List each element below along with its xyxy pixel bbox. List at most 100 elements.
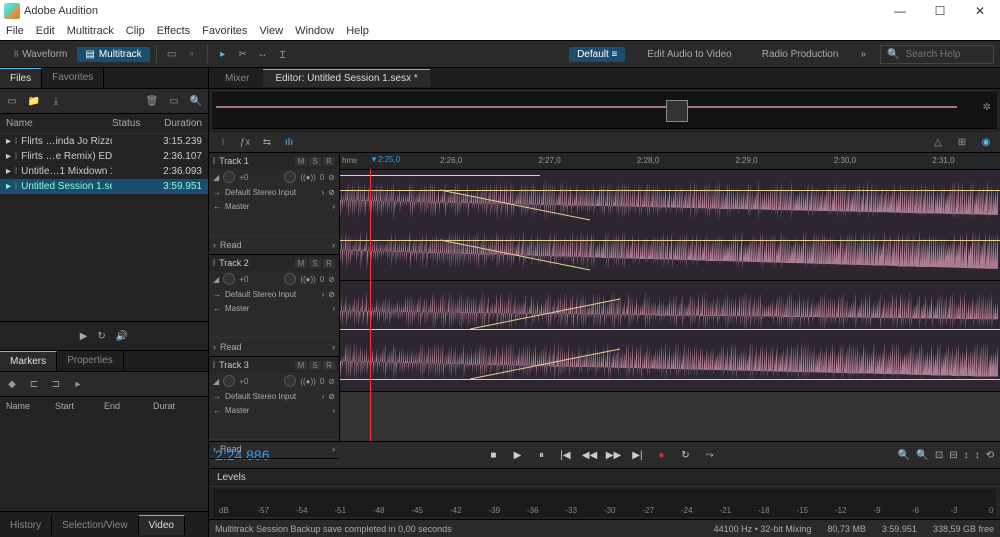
zoom-reset-icon[interactable]: ⟲	[986, 450, 994, 461]
track-header[interactable]: ⧘Track 3MSR ◢+0((●))0⊘ →Default Stereo I…	[209, 357, 339, 459]
menu-clip[interactable]: Clip	[126, 25, 145, 37]
more-workspaces-icon[interactable]: »	[860, 49, 866, 60]
razor-tool-button[interactable]: ✂	[234, 45, 252, 63]
solo-button[interactable]: S	[309, 157, 321, 166]
minimize-button[interactable]: —	[880, 4, 920, 18]
open-icon[interactable]: 📁	[26, 93, 42, 109]
overview-viewport-handle[interactable]	[666, 100, 688, 122]
mute-button[interactable]: M	[295, 157, 307, 166]
zoom-in-h-icon[interactable]: 🔍	[898, 450, 910, 461]
pan-knob[interactable]	[284, 171, 296, 183]
maximize-button[interactable]: ☐	[920, 4, 960, 18]
file-row[interactable]: ▸⧘Untitle…1 Mixdown 1.wav2:36.093	[0, 164, 208, 179]
arm-record-button[interactable]: R	[323, 361, 335, 370]
delete-marker-icon[interactable]: ▸	[70, 376, 86, 392]
go-end-button[interactable]: ▶|	[629, 450, 645, 461]
menu-favorites[interactable]: Favorites	[202, 25, 247, 37]
file-row[interactable]: ▸⧘Untitled Session 1.sesx *3:59.951	[0, 179, 208, 194]
tab-properties[interactable]: Properties	[57, 351, 124, 371]
add-marker-icon[interactable]: ◆	[4, 376, 20, 392]
gain-knob[interactable]	[223, 375, 235, 387]
track-lane[interactable]	[340, 281, 1000, 392]
menu-view[interactable]: View	[259, 25, 283, 37]
waveform-mode-button[interactable]: ⧘⧙ Waveform	[6, 47, 75, 62]
workspace-default[interactable]: Default ≡	[569, 47, 625, 62]
marker-in-icon[interactable]: ⊏	[26, 376, 42, 392]
gain-knob[interactable]	[223, 171, 235, 183]
play-button[interactable]: ▶	[509, 450, 525, 461]
track-header[interactable]: ⧘Track 2MSR ◢+0((●))0⊘ →Default Stereo I…	[209, 255, 339, 357]
file-row[interactable]: ▸⧘Flirts …inda Jo Rizzo).mp33:15.239	[0, 134, 208, 149]
menu-edit[interactable]: Edit	[36, 25, 55, 37]
filter-icon[interactable]: ▭	[166, 93, 182, 109]
col-status[interactable]: Status	[112, 118, 152, 129]
sends-icon[interactable]: ⇆	[259, 137, 275, 148]
level-meter[interactable]: dB-57-54-51-48-45-42-39-36-33-30-27-24-2…	[213, 489, 996, 517]
play-preview-icon[interactable]: ▶	[80, 331, 88, 342]
marker-col-dur[interactable]: Durat	[153, 401, 202, 411]
tab-mixer[interactable]: Mixer	[213, 70, 261, 87]
track-lane[interactable]	[340, 170, 1000, 281]
track-header[interactable]: ⧘Track 1MSR ◢+0((●))0⊘ →Default Stereo I…	[209, 153, 339, 255]
record-button[interactable]: ●	[653, 450, 669, 461]
solo-button[interactable]: S	[309, 361, 321, 370]
loop-button[interactable]: ↻	[677, 450, 693, 461]
open-file-button[interactable]: ▭	[163, 45, 181, 63]
marker-col-name[interactable]: Name	[6, 401, 55, 411]
autoplay-icon[interactable]: 🔊	[116, 331, 128, 342]
save-button[interactable]: ▫	[183, 45, 201, 63]
tab-files[interactable]: Files	[0, 68, 42, 88]
forward-button[interactable]: ▶▶	[605, 450, 621, 461]
marker-col-start[interactable]: Start	[55, 401, 104, 411]
move-tool-button[interactable]: ▸	[214, 45, 232, 63]
timeline-area[interactable]: hms ▼2:25,0 2:26,02:27,02:28,02:29,02:30…	[340, 153, 1000, 441]
tab-history[interactable]: History	[0, 516, 52, 535]
mute-button[interactable]: M	[295, 259, 307, 268]
menu-effects[interactable]: Effects	[157, 25, 190, 37]
arm-record-button[interactable]: R	[323, 157, 335, 166]
zoom-full-icon[interactable]: ⊡	[935, 450, 943, 461]
time-ruler[interactable]: hms ▼2:25,0 2:26,02:27,02:28,02:29,02:30…	[340, 153, 1000, 170]
menu-file[interactable]: File	[6, 25, 24, 37]
playhead-cursor[interactable]	[370, 169, 371, 441]
arm-record-button[interactable]: R	[323, 259, 335, 268]
waveform-display-icon[interactable]: ⧘	[215, 137, 231, 148]
marker-out-icon[interactable]: ⊐	[48, 376, 64, 392]
workspace-edit-audio[interactable]: Edit Audio to Video	[639, 47, 739, 62]
tab-selection-view[interactable]: Selection/View	[52, 516, 138, 535]
gain-knob[interactable]	[223, 273, 235, 285]
zoom-out-v-icon[interactable]: ↕	[975, 450, 980, 461]
eq-icon[interactable]: ıIı	[281, 137, 297, 148]
playhead-return-icon[interactable]: ◉	[978, 137, 994, 148]
search-help[interactable]: 🔍	[880, 45, 994, 64]
file-row[interactable]: ▸⧘Flirts …e Remix) EDIT.mp32:36.107	[0, 149, 208, 164]
edit-envelope-icon[interactable]: △	[930, 137, 946, 148]
multitrack-mode-button[interactable]: ▤ Multitrack	[77, 47, 149, 62]
solo-button[interactable]: S	[309, 259, 321, 268]
import-icon[interactable]: ⤓	[48, 93, 64, 109]
slip-tool-button[interactable]: ↔	[254, 45, 272, 63]
tab-video[interactable]: Video	[139, 515, 185, 535]
menu-window[interactable]: Window	[295, 25, 334, 37]
skip-silence-button[interactable]: ⤳	[701, 450, 717, 461]
pan-knob[interactable]	[284, 375, 296, 387]
rewind-button[interactable]: ◀◀	[581, 450, 597, 461]
pan-knob[interactable]	[284, 273, 296, 285]
fx-icon[interactable]: ƒx	[237, 137, 253, 148]
col-name[interactable]: Name	[6, 118, 112, 129]
pause-button[interactable]: ⏸	[533, 450, 549, 461]
zoom-out-h-icon[interactable]: 🔍	[916, 450, 928, 461]
trash-icon[interactable]: 🗑	[144, 93, 160, 109]
col-duration[interactable]: Duration	[152, 118, 202, 129]
track-lane[interactable]	[340, 392, 1000, 441]
mute-button[interactable]: M	[295, 361, 307, 370]
search-input[interactable]	[903, 48, 987, 61]
zoom-selection-icon[interactable]: ⊟	[949, 450, 957, 461]
tab-favorites[interactable]: Favorites	[42, 68, 104, 88]
search-files-icon[interactable]: 🔍	[188, 93, 204, 109]
workspace-radio[interactable]: Radio Production	[754, 47, 847, 62]
overview-settings-icon[interactable]: ✲	[983, 102, 991, 113]
time-selection-tool-button[interactable]: Ɪ	[274, 45, 292, 63]
snap-icon[interactable]: ⊞	[954, 137, 970, 148]
go-start-button[interactable]: |◀	[557, 450, 573, 461]
